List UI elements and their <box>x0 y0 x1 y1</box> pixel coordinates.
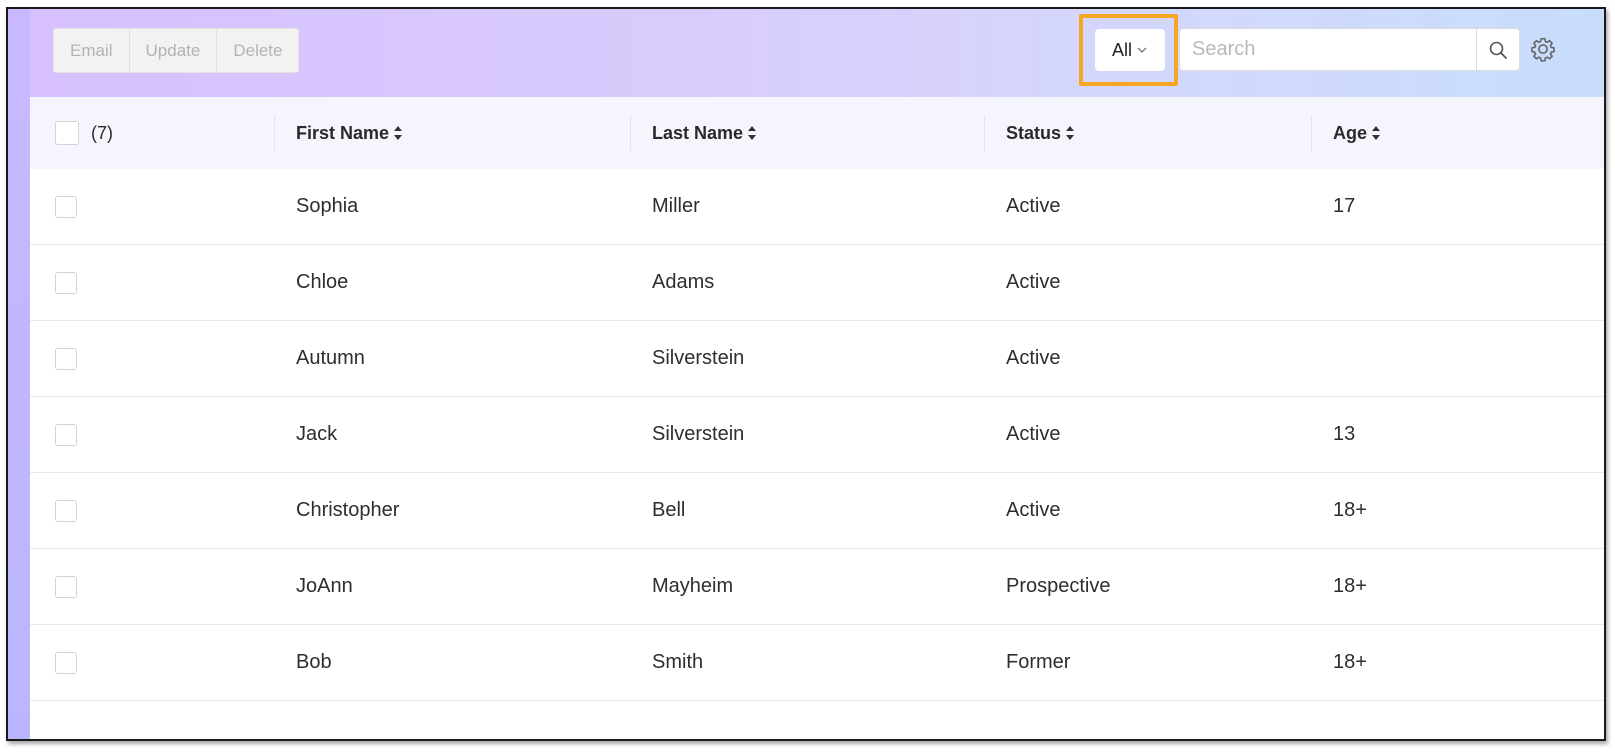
left-accent-bar <box>8 9 30 739</box>
row-select-cell <box>55 245 77 320</box>
first-name-cell: Sophia <box>296 195 359 217</box>
status-cell: Prospective <box>1006 575 1111 597</box>
last-name-cell: Silverstein <box>652 423 745 445</box>
row-checkbox[interactable] <box>55 423 77 446</box>
column-divider <box>630 115 631 151</box>
first-name-cell: JoAnn <box>296 575 353 597</box>
filter-dropdown[interactable]: All <box>1095 29 1165 71</box>
age-cell: 17 <box>1333 195 1356 217</box>
row-select-cell <box>55 321 77 396</box>
row-count: (7) <box>91 122 113 143</box>
column-header-label: Age <box>1333 122 1368 143</box>
sort-icon[interactable] <box>1065 125 1075 141</box>
status-cell: Active <box>1006 499 1061 521</box>
first-name-cell: Chloe <box>296 271 349 293</box>
sort-icon[interactable] <box>1371 125 1381 141</box>
table-row[interactable]: Chloe Adams Active <box>30 245 1604 321</box>
status-cell: Active <box>1006 423 1061 445</box>
column-header-last-name[interactable]: Last Name <box>652 97 757 169</box>
status-cell: Active <box>1006 195 1061 217</box>
first-name-cell: Jack <box>296 423 338 445</box>
row-checkbox[interactable] <box>55 499 77 522</box>
chevron-down-icon <box>1137 47 1147 53</box>
status-cell: Active <box>1006 347 1061 369</box>
gear-icon <box>1531 37 1555 62</box>
table-row[interactable]: Bob Smith Former 18+ <box>30 625 1604 701</box>
row-checkbox[interactable] <box>55 347 77 370</box>
last-name-cell: Mayheim <box>652 575 734 597</box>
column-header-label: Status <box>1006 122 1062 143</box>
column-header-age[interactable]: Age <box>1333 97 1381 169</box>
table-row[interactable]: Jack Silverstein Active 13 <box>30 397 1604 473</box>
table-row[interactable]: Sophia Miller Active 17 <box>30 169 1604 245</box>
search-box <box>1179 28 1520 71</box>
last-name-cell: Miller <box>652 195 700 217</box>
age-cell: 13 <box>1333 423 1356 445</box>
last-name-cell: Smith <box>652 651 704 673</box>
delete-button[interactable]: Delete <box>217 29 299 72</box>
age-cell: 18+ <box>1333 651 1367 673</box>
row-select-cell <box>55 549 77 624</box>
filter-dropdown-label: All <box>1111 39 1132 60</box>
column-header-label: Last Name <box>652 122 744 143</box>
first-name-cell: Bob <box>296 651 332 673</box>
search-button[interactable] <box>1476 29 1519 70</box>
status-cell: Active <box>1006 271 1061 293</box>
age-cell: 18+ <box>1333 575 1367 597</box>
row-select-cell <box>55 397 77 472</box>
settings-button[interactable] <box>1530 36 1556 62</box>
toolbar: Email Update Delete All <box>30 9 1604 97</box>
row-checkbox[interactable] <box>55 575 77 598</box>
column-divider <box>1311 115 1312 151</box>
app-window: Email Update Delete All Search (7) First… <box>6 7 1606 741</box>
row-select-cell <box>55 169 77 244</box>
table-header: (7) First Name Last Name Status Age <box>30 97 1604 169</box>
last-name-cell: Adams <box>652 271 715 293</box>
row-checkbox[interactable] <box>55 651 77 674</box>
column-divider <box>984 115 985 151</box>
last-name-cell: Silverstein <box>652 347 745 369</box>
column-divider <box>274 115 275 151</box>
select-all-checkbox[interactable] <box>55 121 79 145</box>
column-header-status[interactable]: Status <box>1006 97 1075 169</box>
data-table: (7) First Name Last Name Status Age Soph… <box>30 97 1604 739</box>
last-name-cell: Bell <box>652 499 686 521</box>
first-name-cell: Christopher <box>296 499 400 521</box>
search-input[interactable] <box>1180 29 1476 70</box>
table-row[interactable]: Autumn Silverstein Active <box>30 321 1604 397</box>
select-all-cell: (7) <box>55 97 113 169</box>
column-header-label: First Name <box>296 122 390 143</box>
update-button[interactable]: Update <box>129 29 218 72</box>
sort-icon[interactable] <box>747 125 757 141</box>
first-name-cell: Autumn <box>296 347 365 369</box>
column-header-first-name[interactable]: First Name <box>296 97 403 169</box>
table-row[interactable]: JoAnn Mayheim Prospective 18+ <box>30 549 1604 625</box>
search-icon <box>1489 41 1507 59</box>
row-checkbox[interactable] <box>55 271 77 294</box>
row-select-cell <box>55 473 77 548</box>
email-button[interactable]: Email <box>54 29 130 72</box>
row-select-cell <box>55 625 77 700</box>
row-checkbox[interactable] <box>55 195 77 218</box>
status-cell: Former <box>1006 651 1071 673</box>
table-row[interactable]: Christopher Bell Active 18+ <box>30 473 1604 549</box>
bulk-action-buttons: Email Update Delete <box>53 28 300 73</box>
sort-icon[interactable] <box>393 125 403 141</box>
age-cell: 18+ <box>1333 499 1367 521</box>
